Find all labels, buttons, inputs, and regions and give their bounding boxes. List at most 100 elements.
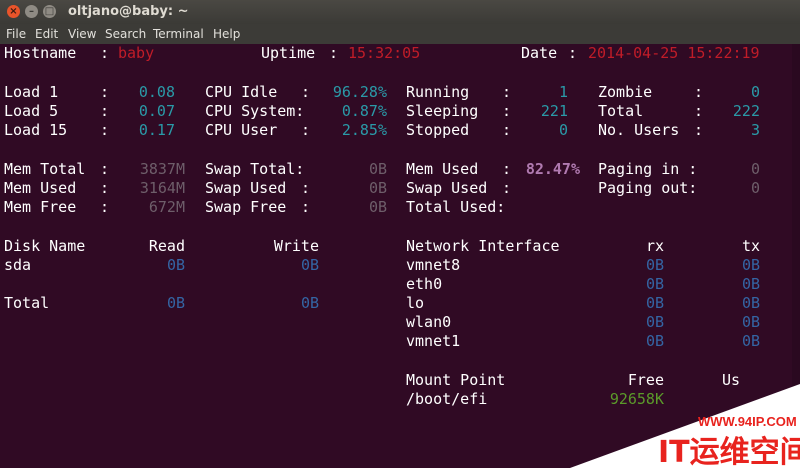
mem-used-pct-label: Mem Used [406, 160, 479, 178]
zombie-label: Zombie [598, 83, 653, 101]
maximize-window-button[interactable]: □ [43, 5, 56, 18]
mount-point-header: Mount Point [406, 371, 506, 389]
users-label: No. Users [598, 121, 680, 139]
stopped-label: Stopped [406, 121, 470, 139]
swap-total-label: Swap Total: [205, 160, 305, 178]
uptime-sep: : [329, 44, 339, 62]
net-rx-header: rx [645, 237, 664, 255]
menu-search[interactable]: Search [105, 27, 146, 41]
paging-in-value: 0 [750, 160, 760, 178]
menu-file[interactable]: File [6, 27, 26, 41]
load15-label: Load 15 [4, 121, 68, 139]
load1-sep: : [100, 83, 110, 101]
net-row-rx: 0B [645, 256, 664, 274]
cpu-user-value: 2.85% [341, 121, 387, 139]
hostname-sep: : [100, 44, 110, 62]
net-row-name: vmnet8 [406, 256, 461, 274]
net-row-tx: 0B [741, 313, 760, 331]
swap-used-label: Swap Used [205, 179, 287, 197]
net-row-rx: 0B [645, 294, 664, 312]
net-row-rx: 0B [645, 332, 664, 350]
stopped-value: 0 [558, 121, 568, 139]
net-row-rx: 0B [645, 313, 664, 331]
swap-free-label: Swap Free [205, 198, 287, 216]
cpu-idle-label: CPU Idle [205, 83, 278, 101]
swap-total-value: 0B [368, 160, 387, 178]
load5-sep: : [100, 102, 110, 120]
net-row-name: eth0 [406, 275, 443, 293]
net-row-rx: 0B [645, 275, 664, 293]
load15-value: 0.17 [138, 121, 175, 139]
mem-free-value: 672M [148, 198, 185, 216]
total-procs-label: Total [598, 102, 644, 120]
swap-free-value: 0B [368, 198, 387, 216]
maximize-icon: □ [44, 6, 55, 17]
stopped-sep: : [502, 121, 512, 139]
menu-view[interactable]: View [68, 27, 96, 41]
total-procs-sep: : [694, 102, 704, 120]
watermark-url: WWW.94IP.COM [698, 414, 797, 429]
paging-in-label: Paging in : [598, 160, 698, 178]
net-row-name: lo [406, 294, 425, 312]
disk-total-write: 0B [300, 294, 319, 312]
total-procs-value: 222 [732, 102, 760, 120]
uptime-label: Uptime [261, 44, 316, 62]
watermark-text: IT运维空间 [658, 435, 800, 468]
sleeping-sep: : [502, 102, 512, 120]
cpu-user-sep: : [301, 121, 311, 139]
mem-total-value: 3837M [139, 160, 185, 178]
menu-help[interactable]: Help [213, 27, 240, 41]
menu-terminal[interactable]: Terminal [153, 27, 204, 41]
sleeping-value: 221 [540, 102, 568, 120]
window-title: oltjano@baby: ~ [68, 4, 189, 19]
date-sep: : [568, 44, 578, 62]
menu-edit[interactable]: Edit [35, 27, 58, 41]
disk-row-name: sda [4, 256, 32, 274]
net-iface-header: Network Interface [406, 237, 560, 255]
uptime-value: 15:32:05 [348, 44, 421, 62]
close-window-button[interactable]: × [7, 5, 20, 18]
minimize-window-button[interactable]: – [25, 5, 38, 18]
net-row-tx: 0B [741, 332, 760, 350]
load5-value: 0.07 [138, 102, 175, 120]
net-row-tx: 0B [741, 294, 760, 312]
total-used-label: Total Used: [406, 198, 506, 216]
swap-used-pct-label: Swap Used [406, 179, 488, 197]
mem-total-sep: : [100, 160, 110, 178]
close-icon: × [9, 6, 18, 17]
mem-used-pct-value: 82.47% [525, 160, 580, 178]
mem-used-value: 3164M [139, 179, 185, 197]
cpu-system-value: 0.87% [341, 102, 387, 120]
net-row-name: vmnet1 [406, 332, 461, 350]
minimize-icon: – [29, 6, 34, 17]
mem-free-label: Mem Free [4, 198, 77, 216]
load1-value: 0.08 [138, 83, 175, 101]
swap-used-value: 0B [368, 179, 387, 197]
net-row-tx: 0B [741, 256, 760, 274]
date-value: 2014-04-25 15:22:19 [588, 44, 760, 62]
running-value: 1 [558, 83, 568, 101]
zombie-value: 0 [750, 83, 760, 101]
sleeping-label: Sleeping [406, 102, 479, 120]
disk-read-header: Read [148, 237, 185, 255]
disk-row-read: 0B [166, 256, 185, 274]
paging-out-value: 0 [750, 179, 760, 197]
cpu-user-label: CPU User [205, 121, 278, 139]
hostname-label: Hostname [4, 44, 77, 62]
mem-free-sep: : [100, 198, 110, 216]
users-value: 3 [750, 121, 760, 139]
disk-write-header: Write [273, 237, 319, 255]
net-tx-header: tx [741, 237, 760, 255]
users-sep: : [694, 121, 704, 139]
date-label: Date [521, 44, 558, 62]
zombie-sep: : [694, 83, 704, 101]
paging-out-label: Paging out: [598, 179, 698, 197]
disk-row-write: 0B [300, 256, 319, 274]
disk-total-label: Total [4, 294, 50, 312]
load5-label: Load 5 [4, 102, 59, 120]
mem-used-label: Mem Used [4, 179, 77, 197]
cpu-idle-value: 96.28% [332, 83, 387, 101]
running-sep: : [502, 83, 512, 101]
running-label: Running [406, 83, 470, 101]
mount-row-point: /boot/efi [406, 390, 488, 408]
